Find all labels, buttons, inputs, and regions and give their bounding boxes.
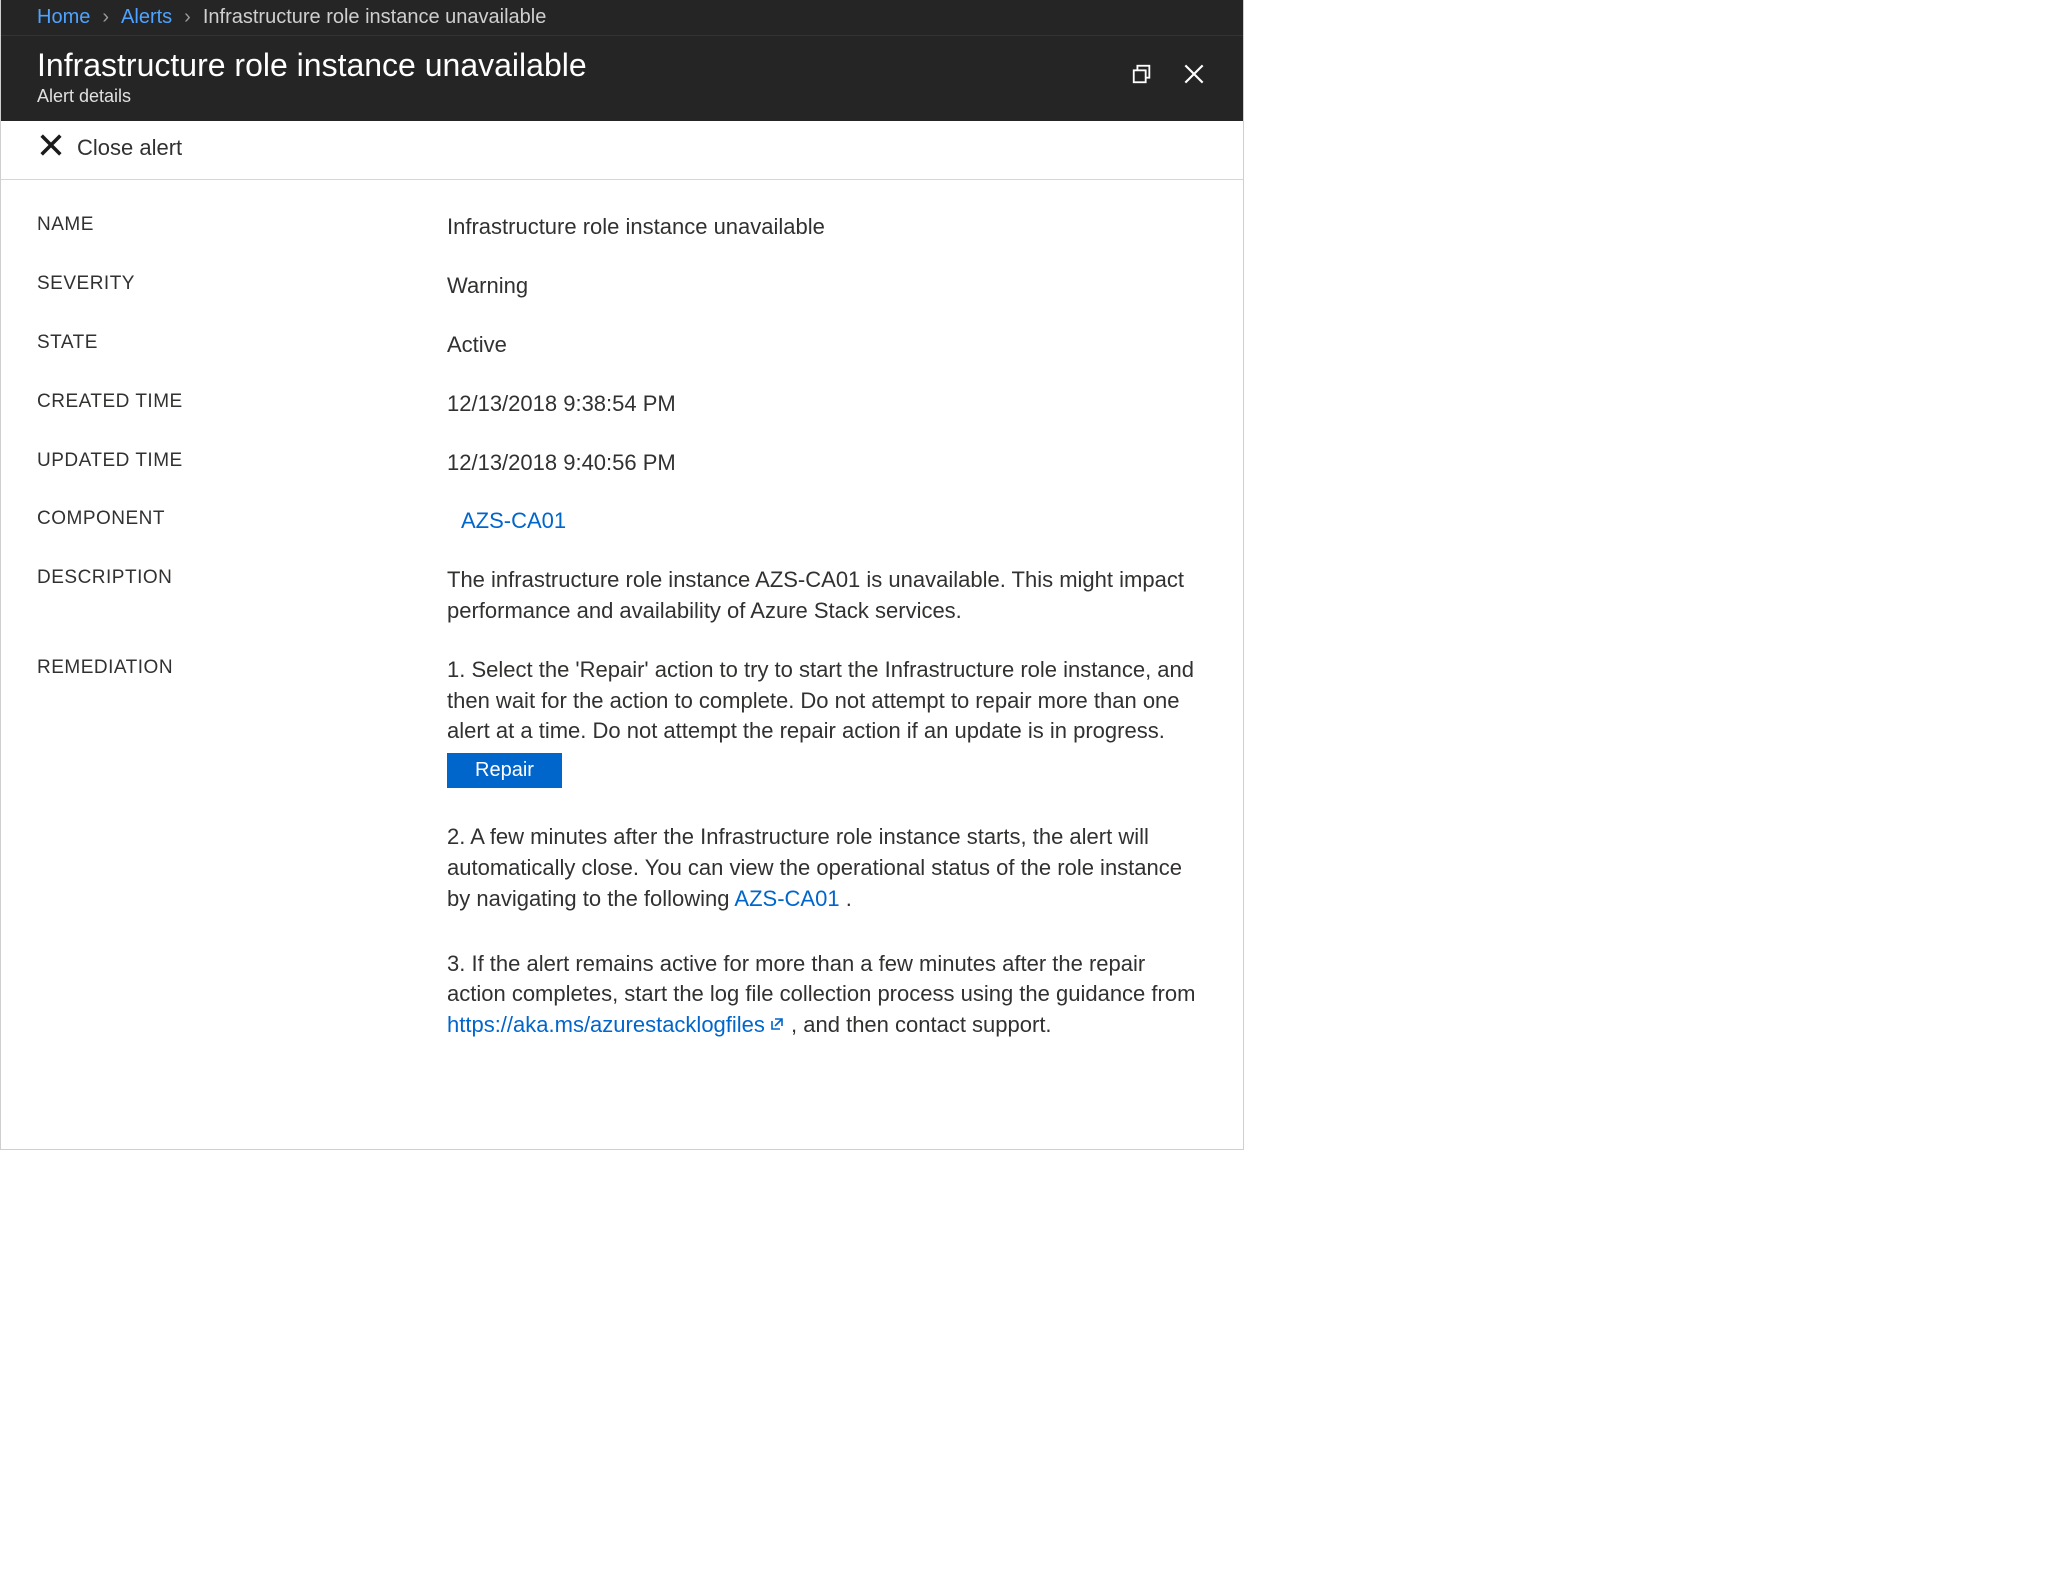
page-subtitle: Alert details (37, 86, 1131, 107)
chevron-right-icon: › (102, 6, 109, 29)
component-link[interactable]: AZS-CA01 (447, 506, 566, 537)
close-icon[interactable] (1181, 61, 1207, 93)
value-created: 12/13/2018 9:38:54 PM (447, 389, 676, 420)
label-state: STATE (37, 330, 447, 354)
label-component: COMPONENT (37, 506, 447, 530)
label-severity: SEVERITY (37, 271, 447, 295)
close-icon (37, 131, 65, 165)
value-severity: Warning (447, 271, 528, 302)
chevron-right-icon: › (184, 6, 191, 29)
blade-header: Infrastructure role instance unavailable… (1, 36, 1243, 121)
value-description: The infrastructure role instance AZS-CA0… (447, 565, 1207, 627)
label-created: CREATED TIME (37, 389, 447, 413)
breadcrumb-current: Infrastructure role instance unavailable (203, 6, 547, 29)
content-panel: NAME Infrastructure role instance unavai… (1, 180, 1243, 1149)
remediation-step3-link[interactable]: https://aka.ms/azurestacklogfiles (447, 1012, 765, 1037)
top-header: Home › Alerts › Infrastructure role inst… (1, 0, 1243, 121)
remediation-step1: 1. Select the 'Repair' action to try to … (447, 657, 1194, 744)
breadcrumb: Home › Alerts › Infrastructure role inst… (1, 0, 1243, 36)
remediation-step3b: , and then contact support. (785, 1012, 1052, 1037)
repair-button[interactable]: Repair (447, 753, 562, 788)
value-state: Active (447, 330, 507, 361)
page-title: Infrastructure role instance unavailable (37, 46, 1131, 84)
restore-window-icon[interactable] (1131, 63, 1153, 91)
external-link-icon (769, 1010, 785, 1041)
value-name: Infrastructure role instance unavailable (447, 212, 825, 243)
remediation-step3a: 3. If the alert remains active for more … (447, 951, 1195, 1007)
close-alert-label: Close alert (77, 135, 182, 161)
remediation-content: 1. Select the 'Repair' action to try to … (447, 655, 1207, 1075)
breadcrumb-alerts[interactable]: Alerts (121, 6, 172, 29)
remediation-step2-link[interactable]: AZS-CA01 (734, 886, 839, 911)
toolbar: Close alert (1, 121, 1243, 180)
label-remediation: REMEDIATION (37, 655, 447, 679)
close-alert-button[interactable]: Close alert (37, 131, 182, 165)
label-description: DESCRIPTION (37, 565, 447, 589)
remediation-step2b: . (840, 886, 852, 911)
label-name: NAME (37, 212, 447, 236)
label-updated: UPDATED TIME (37, 448, 447, 472)
value-updated: 12/13/2018 9:40:56 PM (447, 448, 676, 479)
breadcrumb-home[interactable]: Home (37, 6, 90, 29)
